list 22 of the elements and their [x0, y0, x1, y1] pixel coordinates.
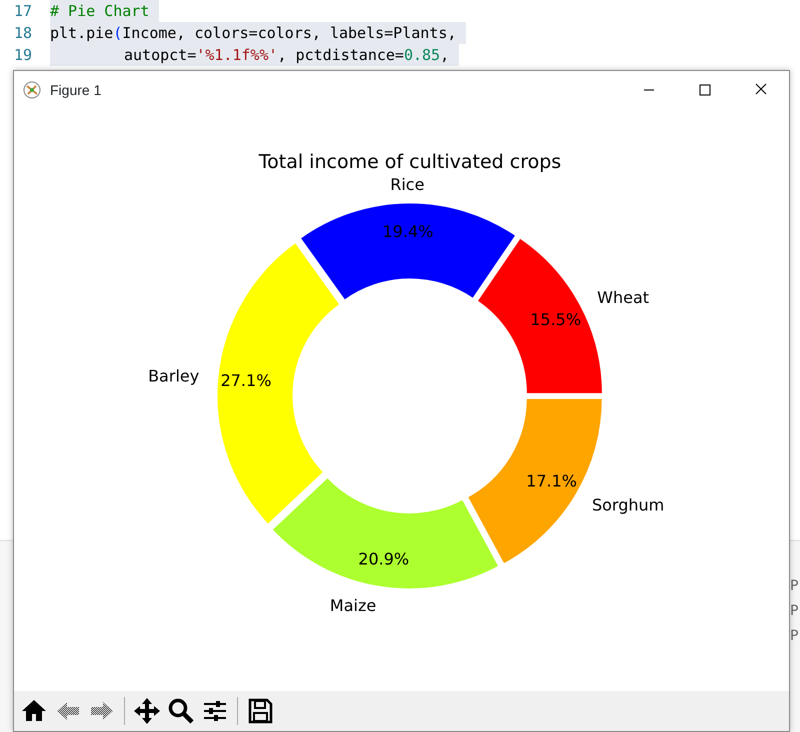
- line-number: 19: [13, 45, 34, 66]
- line-number: 17: [13, 1, 34, 22]
- app-icon: [22, 80, 42, 100]
- percent-label: 27.1%: [220, 370, 272, 390]
- percent-label: 15.5%: [530, 310, 582, 329]
- panel-text: P: [790, 577, 800, 596]
- panel-text: P: [790, 602, 800, 621]
- maximize-icon: [700, 84, 710, 96]
- percent-label: 17.1%: [526, 471, 577, 490]
- slice-label: Maize: [330, 596, 376, 616]
- slice-label: Barley: [148, 366, 200, 386]
- slice-label: Wheat: [597, 288, 650, 307]
- chart-title: Total income of cultivated crops: [258, 151, 562, 173]
- line-number: 18: [13, 23, 34, 44]
- window-title: Figure 1: [50, 80, 102, 100]
- percent-label: 19.4%: [382, 222, 434, 242]
- code-comment: # Pie Chart: [50, 0, 160, 22]
- slice-label: Rice: [390, 175, 424, 194]
- slice-label: Sorghum: [592, 495, 664, 514]
- close-icon: [756, 84, 766, 94]
- panel-text: P: [790, 627, 800, 646]
- percent-label: 20.9%: [358, 550, 410, 569]
